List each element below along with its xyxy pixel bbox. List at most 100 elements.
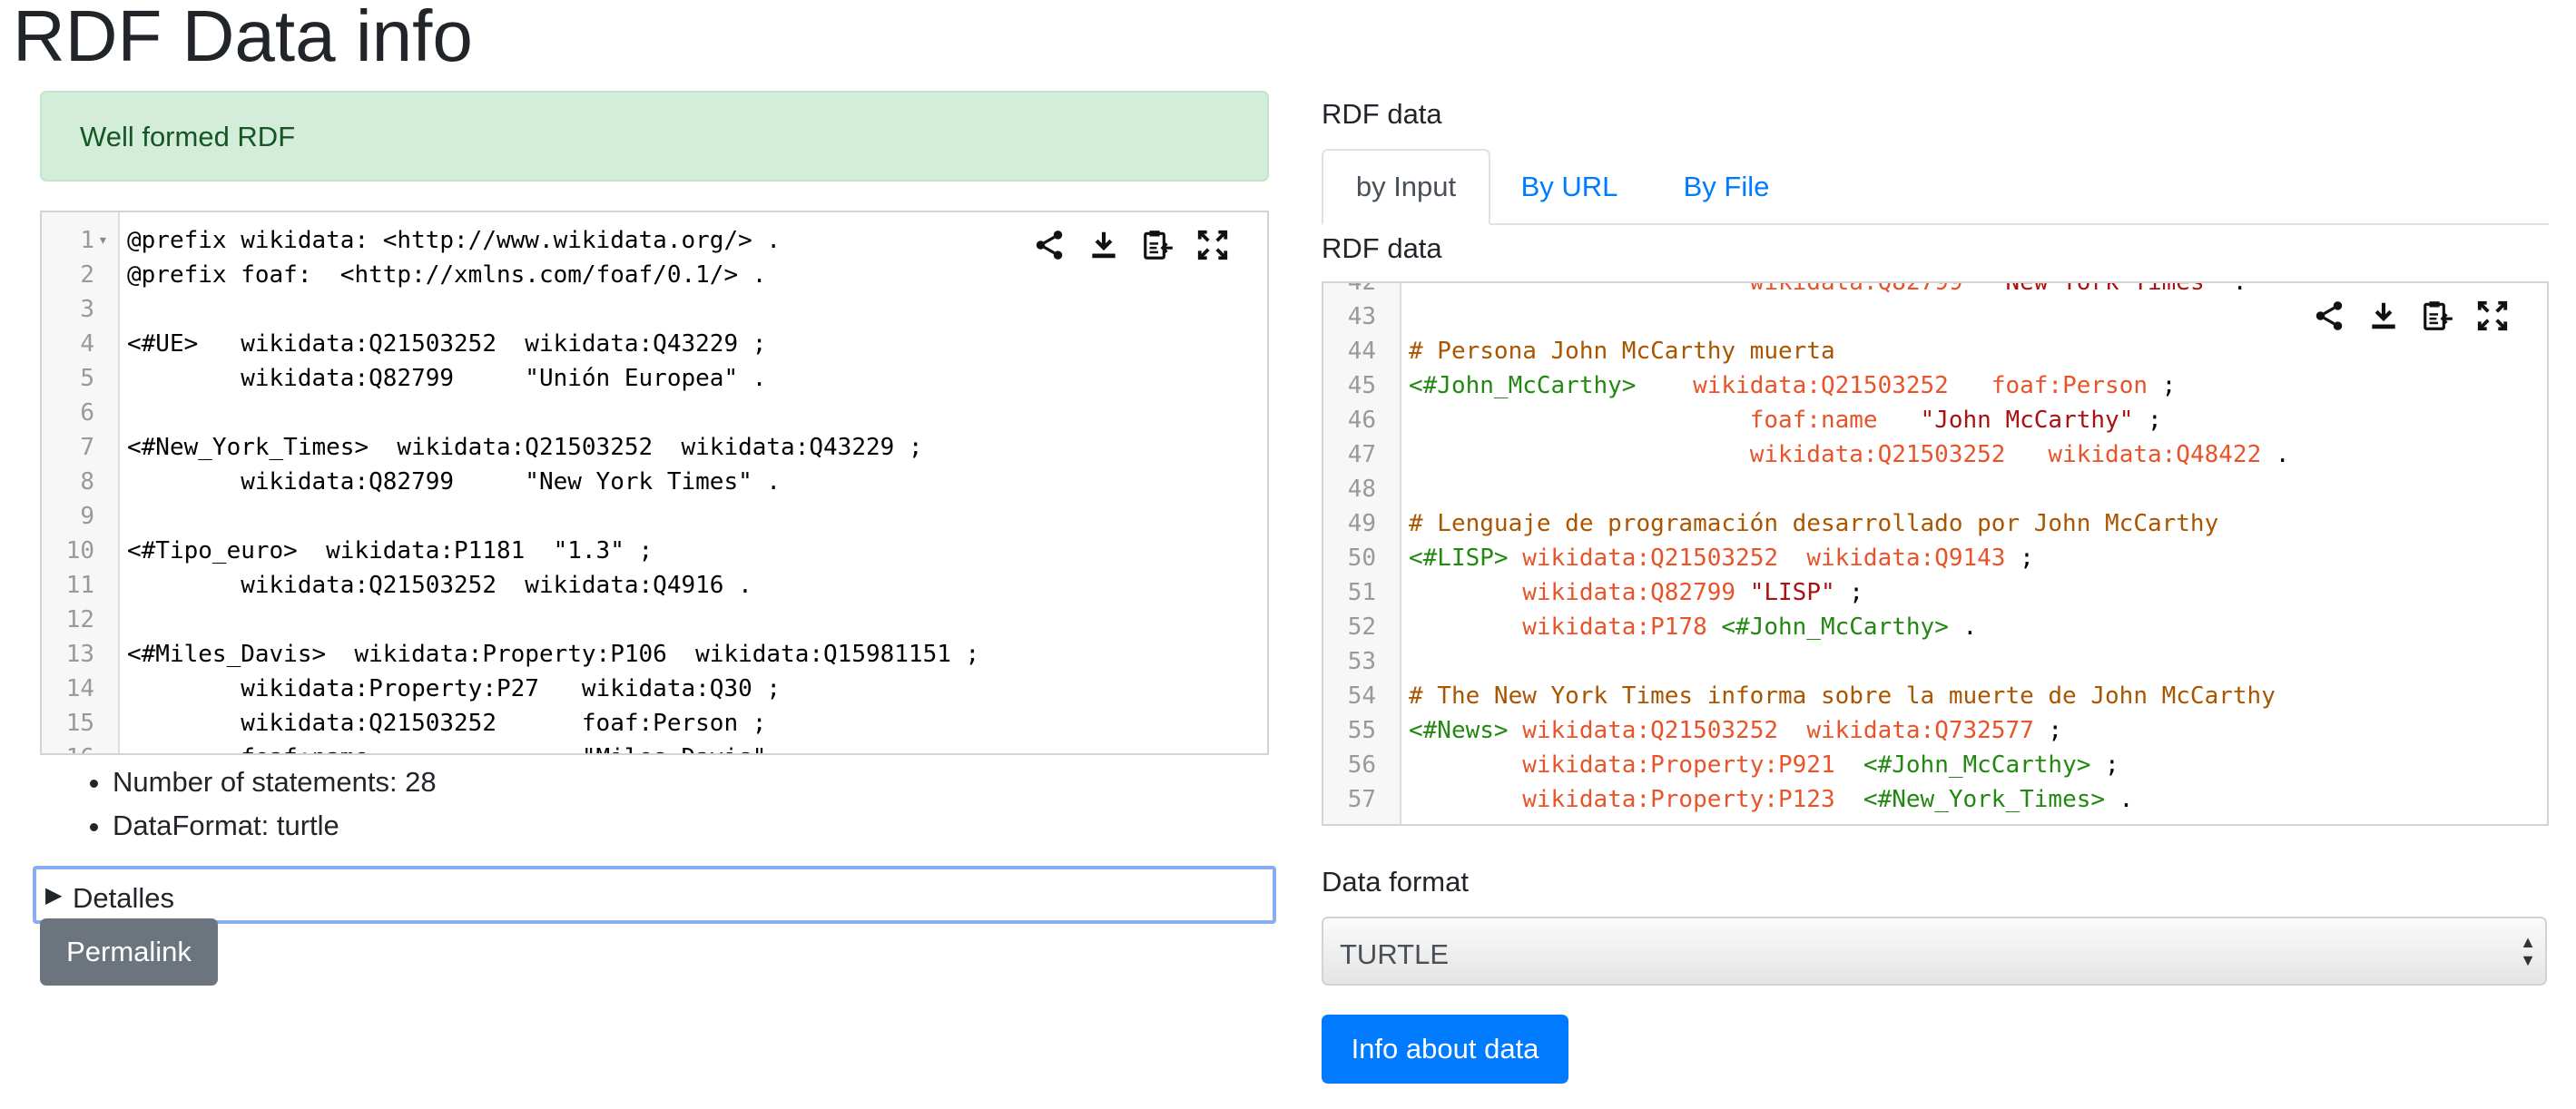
code-text: wikidata:Property:P921 <#John_McCarthy> … bbox=[1409, 748, 2119, 782]
code-line: 12 bbox=[42, 603, 1267, 637]
code-line: 51 wikidata:Q82799 "LISP" ; bbox=[1323, 575, 2547, 610]
code-line: 11 wikidata:Q21503252 wikidata:Q4916 . bbox=[42, 568, 1267, 603]
code-text: # Lenguaje de programación desarrollado … bbox=[1409, 506, 2218, 541]
code-lines: 1 ▾ @prefix wikidata: <http://www.wikidata… bbox=[42, 223, 1267, 753]
fullscreen-icon[interactable] bbox=[1195, 227, 1231, 263]
code-token: <#Miles_Davis> wikidata:Property:P106 wi… bbox=[127, 641, 980, 668]
alert-text: Well formed RDF bbox=[80, 121, 296, 152]
info-about-data-button[interactable]: Info about data bbox=[1322, 1015, 1568, 1084]
line-number: 4 bbox=[80, 330, 94, 358]
code-line: 49 # Lenguaje de programación desarrollad… bbox=[1323, 506, 2547, 541]
line-number: 57 bbox=[1347, 786, 1376, 813]
line-number: 11 bbox=[65, 572, 94, 599]
line-number: 15 bbox=[65, 710, 94, 737]
expand-triangle-icon: ▶ bbox=[45, 883, 63, 908]
code-line: 57 wikidata:Property:P123 <#New_York_Tim… bbox=[1323, 782, 2547, 817]
stats-list: Number of statements: 28 DataFormat: tur… bbox=[80, 761, 437, 848]
code-token: . bbox=[2218, 281, 2247, 296]
tab-by-input[interactable]: by Input bbox=[1322, 149, 1490, 225]
code-token: wikidata:Q82799 bbox=[1749, 281, 1963, 296]
editor-toolbar bbox=[2311, 298, 2511, 334]
line-number: 44 bbox=[1347, 338, 1376, 365]
code-line: 4 <#UE> wikidata:Q21503252 wikidata:Q4322… bbox=[42, 327, 1267, 361]
code-token: ; bbox=[2005, 545, 2034, 572]
code-text: wikidata:Q82799 "LISP" ; bbox=[1409, 575, 1863, 610]
permalink-button[interactable]: Permalink bbox=[40, 918, 218, 986]
code-token: wikidata:Property:P27 wikidata:Q30 ; bbox=[127, 675, 782, 702]
code-token: . bbox=[2105, 786, 2134, 813]
code-text: @prefix foaf: <http://xmlns.com/foaf/0.1… bbox=[127, 258, 766, 292]
paste-icon[interactable] bbox=[2420, 298, 2456, 334]
code-line: 54 # The New York Times informa sobre la … bbox=[1323, 679, 2547, 713]
code-text: wikidata:Q21503252 foaf:Person ; bbox=[127, 706, 766, 741]
rdf-code-editor-left[interactable]: 1 ▾ @prefix wikidata: <http://www.wikidata… bbox=[40, 211, 1269, 755]
code-token: wikidata:Q21503252 bbox=[1693, 372, 1949, 399]
line-number: 43 bbox=[1347, 303, 1376, 330]
download-icon[interactable] bbox=[2365, 298, 2402, 334]
line-number: 14 bbox=[65, 675, 94, 702]
code-text: # The New York Times informa sobre la mu… bbox=[1409, 679, 2276, 713]
code-text: <#John_McCarthy> wikidata:Q21503252 foaf… bbox=[1409, 368, 2176, 403]
line-number: 51 bbox=[1347, 579, 1376, 606]
code-text: <#Tipo_euro> wikidata:P1181 "1.3" ; bbox=[127, 534, 653, 568]
code-line: 10 <#Tipo_euro> wikidata:P1181 "1.3" ; bbox=[42, 534, 1267, 568]
code-text: wikidata:Q82799 "Unión Europea" . bbox=[127, 361, 766, 396]
line-number: 52 bbox=[1347, 613, 1376, 641]
code-line: 14 wikidata:Property:P27 wikidata:Q30 ; bbox=[42, 672, 1267, 706]
code-text: <#Miles_Davis> wikidata:Property:P106 wi… bbox=[127, 637, 979, 672]
details-toggle[interactable]: ▶ Detalles bbox=[33, 866, 1276, 924]
code-token: "New York Times" bbox=[1991, 281, 2219, 296]
tab-by-file[interactable]: By File bbox=[1650, 149, 1803, 225]
fold-arrow-icon[interactable]: ▾ bbox=[98, 223, 108, 258]
code-token: <#UE> wikidata:Q21503252 wikidata:Q43229… bbox=[127, 330, 767, 358]
rdf-data-heading: RDF data bbox=[1322, 98, 1442, 130]
rdf-code-editor-right[interactable]: 42 wikidata:Q82799 "New York Times" . 43 4… bbox=[1322, 281, 2549, 826]
code-token: @prefix wikidata: <http://www.wikidata.o… bbox=[127, 227, 782, 254]
code-text: <#LISP> wikidata:Q21503252 wikidata:Q914… bbox=[1409, 541, 2034, 575]
download-icon[interactable] bbox=[1086, 227, 1122, 263]
code-token: wikidata:Property:P123 bbox=[1522, 786, 1835, 813]
paste-icon[interactable] bbox=[1140, 227, 1176, 263]
share-icon[interactable] bbox=[2311, 298, 2347, 334]
data-format-select[interactable]: TURTLE ▲ ▼ bbox=[1322, 917, 2547, 986]
details-label: Detalles bbox=[73, 882, 174, 914]
code-token: wikidata:Q21503252 bbox=[1749, 441, 2006, 468]
code-text: <#News> wikidata:Q21503252 wikidata:Q732… bbox=[1409, 713, 2062, 748]
code-token: wikidata:Q48422 bbox=[2048, 441, 2262, 468]
code-text: wikidata:Q21503252 wikidata:Q4916 . bbox=[127, 568, 752, 603]
line-number: 54 bbox=[1347, 682, 1376, 710]
code-line: 44 # Persona John McCarthy muerta bbox=[1323, 334, 2547, 368]
code-token: "John McCarthy" bbox=[1920, 407, 2134, 434]
line-number: 49 bbox=[1347, 510, 1376, 537]
line-number: 13 bbox=[65, 641, 94, 668]
fullscreen-icon[interactable] bbox=[2474, 298, 2511, 334]
code-token: <#New_York_Times> wikidata:Q21503252 wik… bbox=[127, 434, 923, 461]
code-line: 45 <#John_McCarthy> wikidata:Q21503252 fo… bbox=[1323, 368, 2547, 403]
share-icon[interactable] bbox=[1031, 227, 1067, 263]
line-number: 55 bbox=[1347, 717, 1376, 744]
select-caret-icon: ▲ ▼ bbox=[2520, 933, 2536, 969]
code-token: wikidata:P178 bbox=[1522, 613, 1707, 641]
line-number: 10 bbox=[65, 537, 94, 564]
code-token: ; bbox=[1834, 579, 1863, 606]
code-token: @prefix foaf: <http://xmlns.com/foaf/0.1… bbox=[127, 261, 767, 289]
code-token: ; bbox=[2090, 751, 2119, 779]
code-text: foaf:name "John McCarthy" ; bbox=[1409, 403, 2162, 437]
code-token: <#News> bbox=[1409, 717, 1509, 744]
line-number: 3 bbox=[80, 296, 94, 323]
code-text: wikidata:Q82799 "New York Times" . bbox=[127, 465, 781, 499]
code-token: wikidata:Q21503252 bbox=[1522, 717, 1778, 744]
code-line: 50 <#LISP> wikidata:Q21503252 wikidata:Q9… bbox=[1323, 541, 2547, 575]
tab-by-url[interactable]: By URL bbox=[1492, 149, 1647, 225]
